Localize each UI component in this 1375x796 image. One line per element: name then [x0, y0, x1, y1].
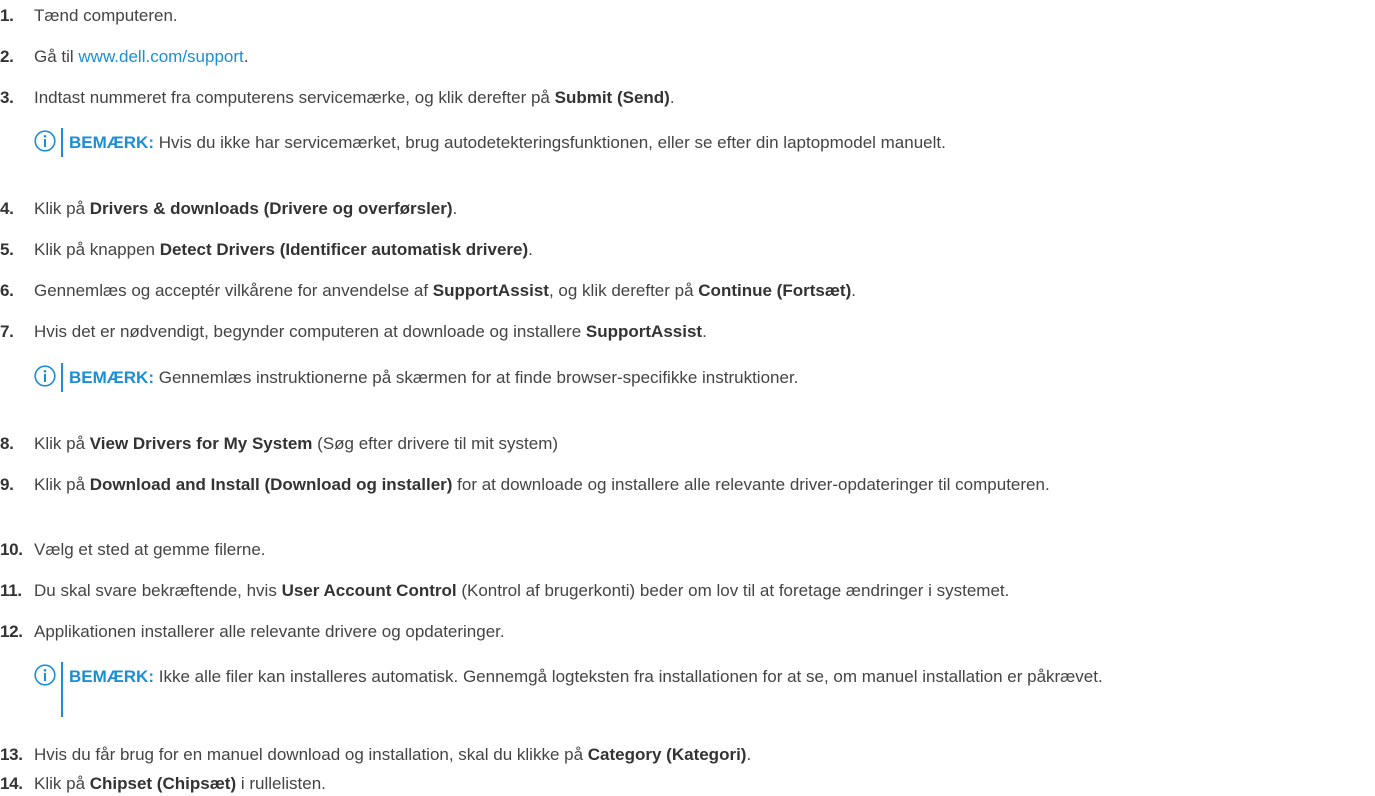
step-text: Klik på Drivers & downloads (Drivere og …	[34, 199, 458, 218]
info-icon	[34, 664, 56, 686]
note-2: BEMÆRK: Gennemlæs instruktionerne på skæ…	[0, 363, 1369, 392]
note-text: BEMÆRK: Hvis du ikke har servicemærket, …	[69, 133, 946, 152]
note-1: BEMÆRK: Hvis du ikke har servicemærket, …	[0, 128, 1369, 157]
note-text: BEMÆRK: Ikke alle filer kan installeres …	[69, 667, 1103, 686]
step-text: Vælg et sted at gemme filerne.	[34, 540, 266, 559]
step-text: Klik på Chipset (Chipsæt) i rullelisten.	[34, 774, 326, 793]
step-text: Hvis det er nødvendigt, begynder compute…	[34, 322, 707, 341]
step-number: 13.	[0, 745, 23, 764]
support-link[interactable]: www.dell.com/support	[78, 47, 243, 66]
note-3: BEMÆRK: Ikke alle filer kan installeres …	[0, 662, 1369, 717]
step-9: 9. Klik på Download and Install (Downloa…	[0, 472, 1369, 497]
step-text: Tænd computeren.	[34, 6, 178, 25]
step-number: 4.	[0, 199, 14, 218]
step-text: Gennemlæs og acceptér vilkårene for anve…	[34, 281, 856, 300]
step-3: 3. Indtast nummeret fra computerens serv…	[0, 85, 1369, 110]
step-text: Klik på View Drivers for My System (Søg …	[34, 434, 559, 453]
step-text: Klik på knappen Detect Drivers (Identifi…	[34, 240, 533, 259]
step-13: 13. Hvis du får brug for en manuel downl…	[0, 742, 1369, 767]
step-number: 12.	[0, 622, 23, 641]
step-10: 10. Vælg et sted at gemme filerne.	[0, 537, 1369, 562]
step-11: 11. Du skal svare bekræftende, hvis User…	[0, 578, 1369, 603]
step-12: 12. Applikationen installerer alle relev…	[0, 619, 1369, 644]
info-icon	[34, 365, 56, 387]
note-divider	[61, 363, 63, 392]
step-text: Gå til www.dell.com/support.	[34, 47, 249, 66]
step-text: Applikationen installerer alle relevante…	[34, 622, 505, 641]
note-divider	[61, 662, 63, 717]
step-number: 7.	[0, 322, 14, 341]
note-text: BEMÆRK: Gennemlæs instruktionerne på skæ…	[69, 368, 799, 387]
step-number: 9.	[0, 475, 14, 494]
step-number: 11.	[0, 581, 22, 600]
step-text: Indtast nummeret fra computerens service…	[34, 88, 675, 107]
step-number: 5.	[0, 240, 14, 259]
step-number: 3.	[0, 88, 14, 107]
step-14: 14. Klik på Chipset (Chipsæt) i rullelis…	[0, 771, 1369, 796]
step-number: 14.	[0, 774, 23, 793]
note-divider	[61, 128, 63, 157]
step-number: 2.	[0, 47, 14, 66]
step-number: 6.	[0, 281, 14, 300]
step-text: Hvis du får brug for en manuel download …	[34, 745, 752, 764]
step-text: Du skal svare bekræftende, hvis User Acc…	[34, 581, 1010, 600]
step-text: Klik på Download and Install (Download o…	[34, 475, 1050, 494]
step-6: 6. Gennemlæs og acceptér vilkårene for a…	[0, 278, 1369, 303]
document-page: 1. Tænd computeren. 2. Gå til www.dell.c…	[0, 0, 1375, 793]
step-1: 1. Tænd computeren.	[0, 3, 1369, 28]
info-icon	[34, 130, 56, 152]
step-8: 8. Klik på View Drivers for My System (S…	[0, 431, 1369, 456]
step-number: 10.	[0, 540, 23, 559]
step-number: 1.	[0, 6, 14, 25]
step-2: 2. Gå til www.dell.com/support.	[0, 44, 1369, 69]
step-7: 7. Hvis det er nødvendigt, begynder comp…	[0, 319, 1369, 344]
step-number: 8.	[0, 434, 14, 453]
step-4: 4. Klik på Drivers & downloads (Drivere …	[0, 196, 1369, 221]
step-5: 5. Klik på knappen Detect Drivers (Ident…	[0, 237, 1369, 262]
